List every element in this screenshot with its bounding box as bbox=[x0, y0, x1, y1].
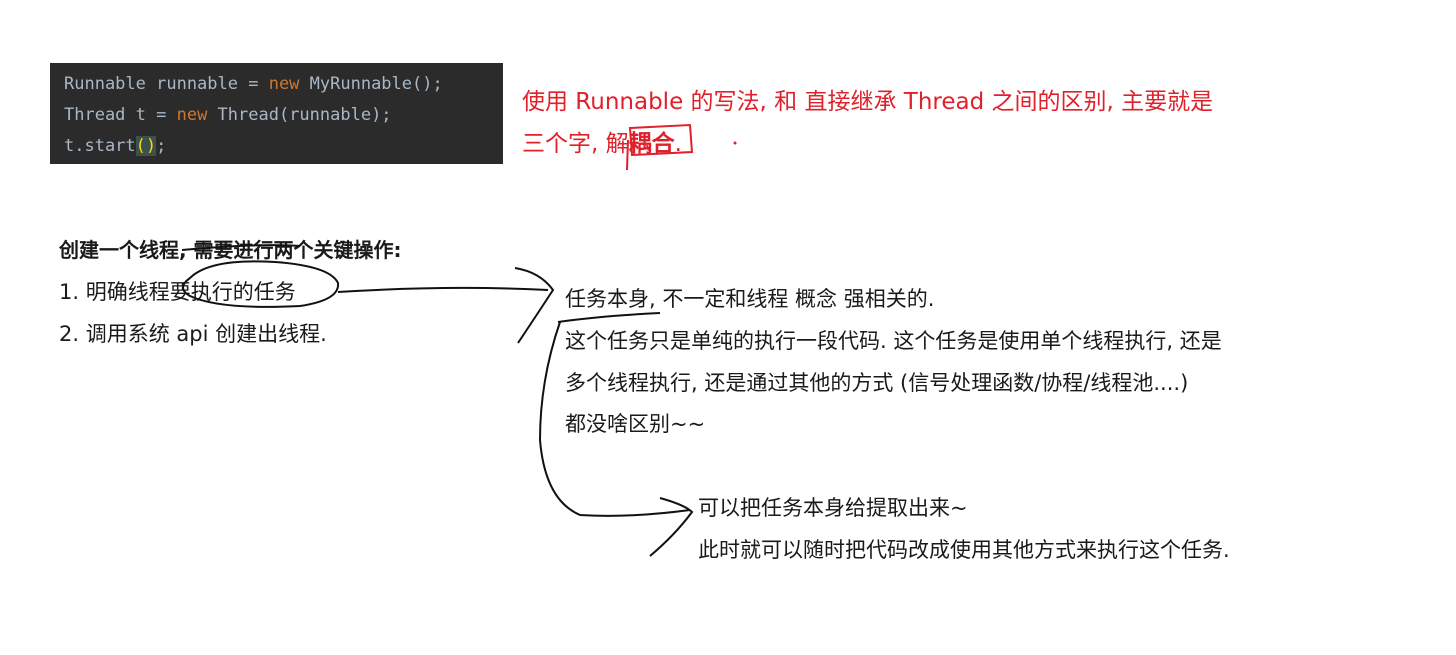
code-keyword: new bbox=[268, 74, 300, 94]
code-line-3: t.start(); bbox=[64, 131, 503, 162]
arrowhead-1 bbox=[514, 267, 555, 344]
code-snippet: Runnable runnable = new MyRunnable(); Th… bbox=[50, 63, 503, 164]
note-bold-keyword: 耦合 bbox=[628, 131, 675, 157]
explain-line-2: 这个任务只是单纯的执行一段代码. 这个任务是使用单个线程执行, 还是 bbox=[565, 329, 1222, 353]
explain-line-1: 任务本身, 不一定和线程 概念 强相关的. bbox=[565, 287, 935, 311]
code-text: Thread(runnable); bbox=[207, 105, 392, 125]
code-paren-highlight: () bbox=[135, 136, 157, 156]
explain-line-4: 都没啥区别~~ bbox=[565, 412, 706, 436]
underline-annotation bbox=[557, 312, 661, 323]
extract-line-2: 此时就可以随时把代码改成使用其他方式来执行这个任务. bbox=[698, 538, 1230, 562]
decoupling-note-line-1: 使用 Runnable 的写法, 和 直接继承 Thread 之间的区别, 主要… bbox=[522, 89, 1214, 115]
code-line-1: Runnable runnable = new MyRunnable(); bbox=[64, 69, 503, 100]
code-keyword: new bbox=[176, 105, 208, 125]
code-text: Thread t = bbox=[64, 105, 177, 125]
extract-line-1: 可以把任务本身给提取出来~ bbox=[698, 496, 968, 520]
code-line-2: Thread t = new Thread(runnable); bbox=[64, 100, 503, 131]
explain-line-3: 多个线程执行, 还是通过其他的方式 (信号处理函数/协程/线程池....) bbox=[565, 371, 1189, 395]
code-text: MyRunnable(); bbox=[299, 74, 443, 94]
section-heading: 创建一个线程, 需要进行两个关键操作: bbox=[59, 238, 402, 262]
code-text: t.start bbox=[64, 136, 136, 156]
red-dot-annotation bbox=[733, 141, 737, 145]
code-text: Runnable runnable = bbox=[64, 74, 269, 94]
step-1: 1. 明确线程要执行的任务 bbox=[59, 280, 296, 304]
note-text: . bbox=[674, 131, 682, 157]
decoupling-note-line-2: 三个字, 解耦合. bbox=[522, 124, 682, 158]
step-2: 2. 调用系统 api 创建出线程. bbox=[59, 322, 327, 346]
arrowhead-2 bbox=[649, 497, 694, 557]
note-text: 三个字, 解 bbox=[522, 131, 629, 157]
arrow-to-explanation bbox=[337, 286, 549, 293]
code-text: ; bbox=[156, 136, 167, 156]
